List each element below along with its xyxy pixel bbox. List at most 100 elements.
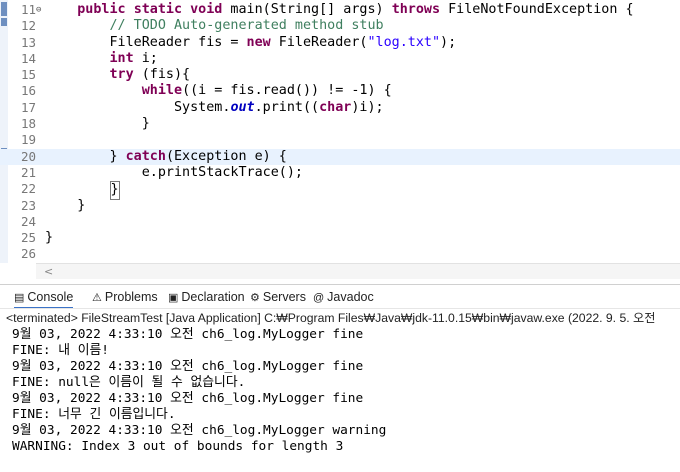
console-line: 9월 03, 2022 4:33:10 오전 ch6_log.MyLogger … bbox=[12, 359, 364, 374]
code-line[interactable]: 16 while((i = fis.read()) != -1) { bbox=[0, 83, 680, 99]
code-token: throws bbox=[391, 2, 441, 17]
editor-horizontal-scrollbar[interactable]: < bbox=[36, 263, 680, 279]
code-token: (fis){ bbox=[133, 67, 191, 83]
code-line[interactable]: 25} bbox=[0, 230, 680, 246]
tab-label: Problems bbox=[104, 290, 158, 304]
code-token: new bbox=[246, 34, 271, 50]
code-lines[interactable]: 11 ⊖ public static void main(String[] arg… bbox=[0, 2, 680, 263]
console-line: FINE: null은 이름이 될 수 없습니다. bbox=[12, 375, 246, 390]
code-text: } catch(Exception e) { bbox=[45, 148, 287, 165]
tab-label: Servers bbox=[262, 290, 306, 304]
code-editor[interactable]: 11 ⊖ public static void main(String[] arg… bbox=[0, 0, 680, 263]
line-number: 14 bbox=[20, 50, 36, 66]
code-token: FileReader fis = bbox=[45, 34, 247, 50]
code-token: out bbox=[230, 99, 255, 115]
code-line[interactable]: 21 e.printStackTrace(); bbox=[0, 165, 680, 181]
line-number: 20 bbox=[20, 148, 36, 164]
code-token: } bbox=[45, 230, 54, 246]
code-line[interactable]: 17 System.out.print((char)i); bbox=[0, 100, 680, 116]
code-line[interactable]: 12 // TODO Auto-generated method stub bbox=[0, 18, 680, 34]
code-token: i; bbox=[133, 50, 158, 66]
line-number: 15 bbox=[20, 67, 36, 83]
code-line[interactable]: 23 } bbox=[0, 198, 680, 214]
code-token: catch bbox=[125, 148, 166, 164]
tab-declaration[interactable]: ▣ Declaration bbox=[168, 285, 245, 309]
code-line[interactable]: 14 int i; bbox=[0, 51, 680, 67]
code-line[interactable]: 20 } catch(Exception e) { bbox=[0, 148, 680, 165]
code-token: ((i = fis.read()) != -1) { bbox=[182, 83, 392, 99]
code-line[interactable]: 15 try (fis){ bbox=[0, 67, 680, 83]
line-number: 23 bbox=[20, 197, 36, 213]
code-token: FileNotFoundException { bbox=[440, 2, 634, 17]
code-token: )i); bbox=[351, 99, 384, 115]
line-number: 21 bbox=[20, 164, 36, 180]
code-token: int bbox=[109, 50, 134, 66]
tab-console[interactable]: ▤ Console bbox=[14, 285, 74, 309]
console-line: 9월 03, 2022 4:33:10 오전 ch6_log.MyLogger … bbox=[12, 327, 364, 342]
code-text: } bbox=[45, 116, 150, 132]
code-token: ); bbox=[440, 34, 457, 50]
line-number: 16 bbox=[20, 83, 36, 99]
console-line: WARNING: Index 3 out of bounds for lengt… bbox=[12, 439, 344, 454]
servers-icon: ⚙ bbox=[250, 292, 260, 304]
tab-label: Console bbox=[27, 290, 74, 304]
code-text: } bbox=[45, 198, 85, 214]
code-token: e.printStackTrace(); bbox=[45, 164, 303, 180]
code-token: (Exception e) { bbox=[165, 148, 287, 164]
code-line[interactable]: 19 bbox=[0, 132, 680, 148]
tab-javadoc[interactable]: @ Javadoc bbox=[313, 285, 374, 309]
console-output[interactable]: 9월 03, 2022 4:33:10 오전 ch6_log.MyLogger … bbox=[0, 327, 680, 472]
code-text: } bbox=[45, 230, 53, 246]
code-line[interactable]: 11 ⊖ public static void main(String[] arg… bbox=[0, 2, 680, 18]
code-text: while((i = fis.read()) != -1) { bbox=[45, 83, 392, 99]
code-token: FileReader( bbox=[270, 34, 368, 50]
code-token: static bbox=[133, 2, 183, 17]
line-number: 11 bbox=[20, 2, 36, 17]
tab-problems[interactable]: ⚠ Problems bbox=[92, 285, 158, 309]
line-number: 19 bbox=[20, 132, 36, 148]
code-text: FileReader fis = new FileReader("log.txt… bbox=[45, 35, 456, 51]
line-number: 25 bbox=[20, 230, 36, 246]
code-token: System. bbox=[45, 99, 231, 115]
code-token: while bbox=[141, 83, 183, 99]
console-icon: ▤ bbox=[14, 292, 25, 304]
line-number: 24 bbox=[20, 213, 36, 229]
problems-icon: ⚠ bbox=[92, 292, 102, 304]
line-number: 26 bbox=[20, 246, 36, 262]
line-number: 22 bbox=[20, 181, 36, 197]
code-token: main(String[] args) bbox=[222, 2, 392, 17]
code-token: } bbox=[45, 116, 150, 132]
code-text: // TODO Auto-generated method stub bbox=[45, 18, 384, 34]
fold-toggle-icon[interactable]: ⊖ bbox=[36, 2, 41, 18]
code-line[interactable]: 18 } bbox=[0, 116, 680, 132]
tab-label: Declaration bbox=[181, 290, 245, 304]
code-line[interactable]: 22 } bbox=[0, 181, 680, 200]
code-token: "log.txt" bbox=[367, 34, 441, 50]
console-status: <terminated> FileStreamTest [Java Applic… bbox=[0, 308, 680, 327]
line-number: 17 bbox=[20, 99, 36, 115]
code-text: public static void main(String[] args) t… bbox=[45, 2, 634, 18]
console-view-tabs[interactable]: ▤ Console ⚠ Problems ▣ Declaration ⚙ Servers @ Ja… bbox=[0, 284, 680, 309]
line-number: 12 bbox=[20, 18, 36, 34]
scroll-left-icon[interactable]: < bbox=[44, 264, 53, 279]
line-number: 13 bbox=[20, 34, 36, 50]
code-text: e.printStackTrace(); bbox=[45, 165, 303, 181]
console-line: 9월 03, 2022 4:33:10 오전 ch6_log.MyLogger … bbox=[12, 391, 364, 406]
javadoc-icon: @ bbox=[313, 292, 325, 304]
code-text: try (fis){ bbox=[45, 67, 191, 83]
declaration-icon: ▣ bbox=[168, 292, 179, 304]
tab-label: Javadoc bbox=[327, 290, 374, 304]
code-line[interactable]: 26 bbox=[0, 246, 680, 262]
code-line[interactable]: 13 FileReader fis = new FileReader("log.… bbox=[0, 35, 680, 51]
code-line[interactable]: 24 bbox=[0, 214, 680, 230]
console-line: 9월 03, 2022 4:33:10 오전 ch6_log.MyLogger … bbox=[12, 423, 387, 438]
tab-servers[interactable]: ⚙ Servers bbox=[250, 285, 306, 309]
code-token: .print(( bbox=[254, 99, 320, 115]
